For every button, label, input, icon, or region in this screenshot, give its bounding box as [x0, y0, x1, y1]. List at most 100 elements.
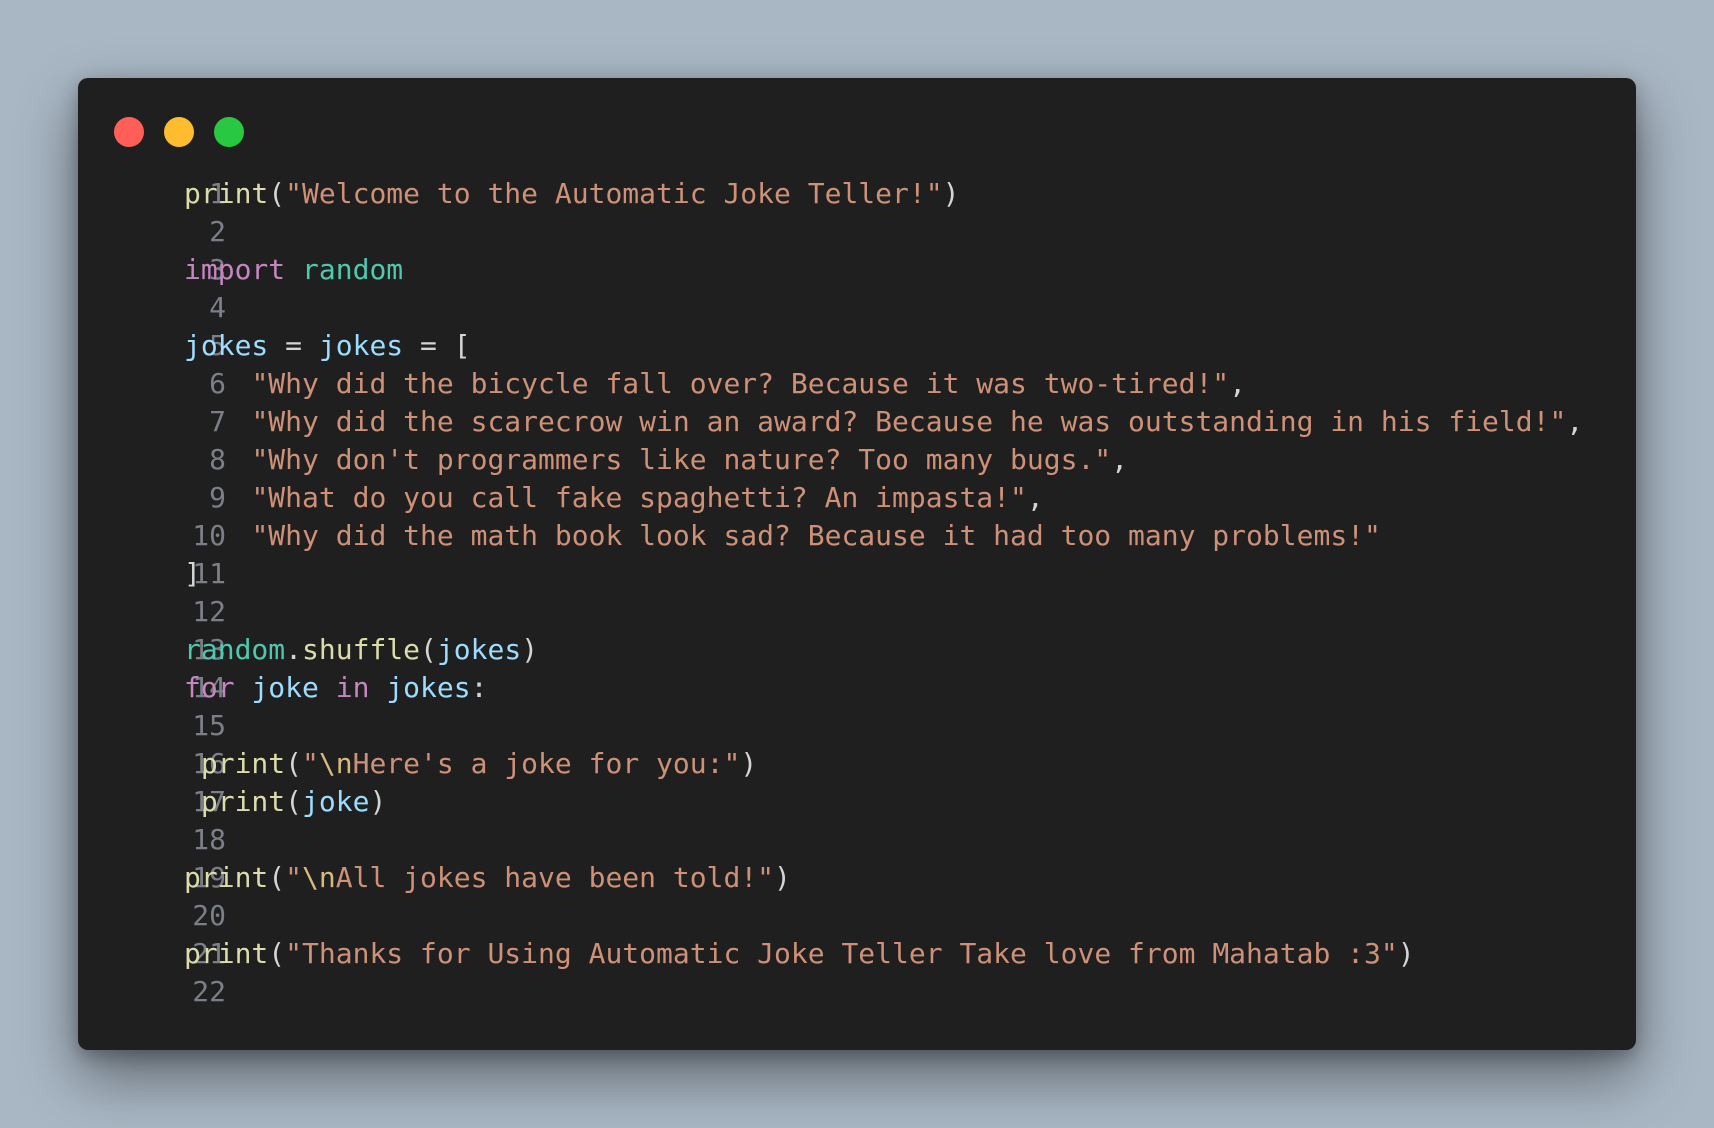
code-token: jokes	[386, 671, 471, 704]
code-token: (	[285, 747, 303, 780]
code-token: "Thanks for Using Automatic Joke Teller …	[285, 937, 1398, 970]
code-token: )	[774, 861, 791, 894]
code-line: 9 "What do you call fake spaghetti? An i…	[78, 479, 1636, 517]
code-text: print("\nAll jokes have been told!")	[184, 859, 791, 897]
code-line: 10 "Why did the math book look sad? Beca…	[78, 517, 1636, 555]
code-line: 19 print("\nAll jokes have been told!")	[78, 859, 1636, 897]
code-line: 15	[78, 707, 1636, 745]
code-text: import random	[184, 251, 403, 289]
code-token: random	[302, 253, 404, 286]
code-token: (	[420, 633, 437, 666]
line-number: 20	[192, 899, 226, 932]
code-token: ]	[184, 557, 201, 590]
line-number: 22	[192, 975, 226, 1008]
window-controls	[114, 117, 244, 147]
code-line: 21 print("Thanks for Using Automatic Joke…	[78, 935, 1636, 973]
code-token: =	[268, 329, 319, 362]
code-token: )	[369, 785, 387, 818]
code-token: Here's a joke for you:"	[352, 747, 741, 780]
code-token: in	[335, 671, 370, 704]
code-token: )	[942, 177, 960, 210]
code-token: "Why did the scarecrow win an award? Bec…	[251, 405, 1567, 438]
line-number: 4	[209, 291, 226, 324]
code-token: "Why don't programmers like nature? Too …	[251, 443, 1112, 476]
code-token: jokes	[184, 329, 269, 362]
code-token: ,	[1229, 367, 1247, 400]
code-token: print	[200, 747, 286, 780]
code-text: random.shuffle(jokes)	[184, 631, 538, 669]
code-line: 11]	[78, 555, 1636, 593]
line-number: 2	[209, 215, 226, 248]
maximize-button[interactable]	[214, 117, 244, 147]
code-token: ,	[1026, 481, 1044, 514]
code-token: ,	[1566, 405, 1584, 438]
code-line: 22	[78, 973, 1636, 1011]
code-line: 8 "Why don't programmers like nature? To…	[78, 441, 1636, 479]
code-token: for	[184, 671, 235, 704]
code-text: for joke in jokes:	[184, 669, 487, 707]
code-text: "Why don't programmers like nature? Too …	[184, 441, 1128, 479]
code-token: print	[184, 937, 269, 970]
code-text: "Why did the bicycle fall over? Because …	[184, 365, 1246, 403]
code-token: joke	[251, 671, 319, 704]
code-line: 5 jokes = jokes = [	[78, 327, 1636, 365]
code-token: jokes	[436, 633, 522, 666]
code-token: (	[268, 861, 286, 894]
code-token: "What do you call fake spaghetti? An imp…	[251, 481, 1027, 514]
close-button[interactable]	[114, 117, 144, 147]
code-token: "Why did the math book look sad? Because…	[251, 519, 1381, 552]
code-token: print	[200, 785, 286, 818]
code-token: shuffle	[302, 633, 421, 666]
code-token: "	[302, 747, 319, 780]
code-text: "Why did the scarecrow win an award? Bec…	[184, 403, 1583, 441]
code-token: "Welcome to the Automatic Joke Teller!"	[285, 177, 943, 210]
code-line: 12	[78, 593, 1636, 631]
code-line: 1 print("Welcome to the Automatic Joke Te…	[78, 175, 1636, 213]
code-token: :	[470, 671, 488, 704]
minimize-button[interactable]	[164, 117, 194, 147]
code-text: ]	[184, 555, 201, 593]
code-token: .	[285, 633, 303, 666]
code-token: \n	[302, 861, 336, 894]
code-token: All jokes have been told!"	[335, 861, 775, 894]
code-line: 6 "Why did the bicycle fall over? Becaus…	[78, 365, 1636, 403]
code-text: jokes = jokes = [	[184, 327, 471, 365]
code-token: random	[184, 633, 286, 666]
code-token: jokes	[318, 329, 404, 362]
code-token: )	[521, 633, 539, 666]
code-line: 16 print("\nHere's a joke for you:")	[78, 745, 1636, 783]
code-editor[interactable]: 1 print("Welcome to the Automatic Joke Te…	[78, 175, 1636, 1011]
code-text: print("\nHere's a joke for you:")	[184, 745, 757, 783]
line-number: 12	[192, 595, 226, 628]
code-token: (	[285, 785, 303, 818]
code-text: "Why did the math book look sad? Because…	[184, 517, 1381, 555]
code-line: 14 for joke in jokes:	[78, 669, 1636, 707]
code-token: )	[1397, 937, 1415, 970]
code-line: 3 import random	[78, 251, 1636, 289]
code-token: ,	[1111, 443, 1129, 476]
line-number: 18	[192, 823, 226, 856]
code-line: 17 print(joke)	[78, 783, 1636, 821]
code-line: 20	[78, 897, 1636, 935]
code-token: print	[184, 861, 269, 894]
code-token: (	[268, 177, 286, 210]
code-token: import	[184, 253, 286, 286]
code-text: print("Welcome to the Automatic Joke Tel…	[184, 175, 959, 213]
code-line: 2	[78, 213, 1636, 251]
code-token: "	[285, 861, 303, 894]
code-token: )	[740, 747, 758, 780]
code-token: = [	[403, 329, 471, 362]
code-line: 4	[78, 289, 1636, 327]
code-token: \n	[318, 747, 353, 780]
code-token: print	[184, 177, 269, 210]
